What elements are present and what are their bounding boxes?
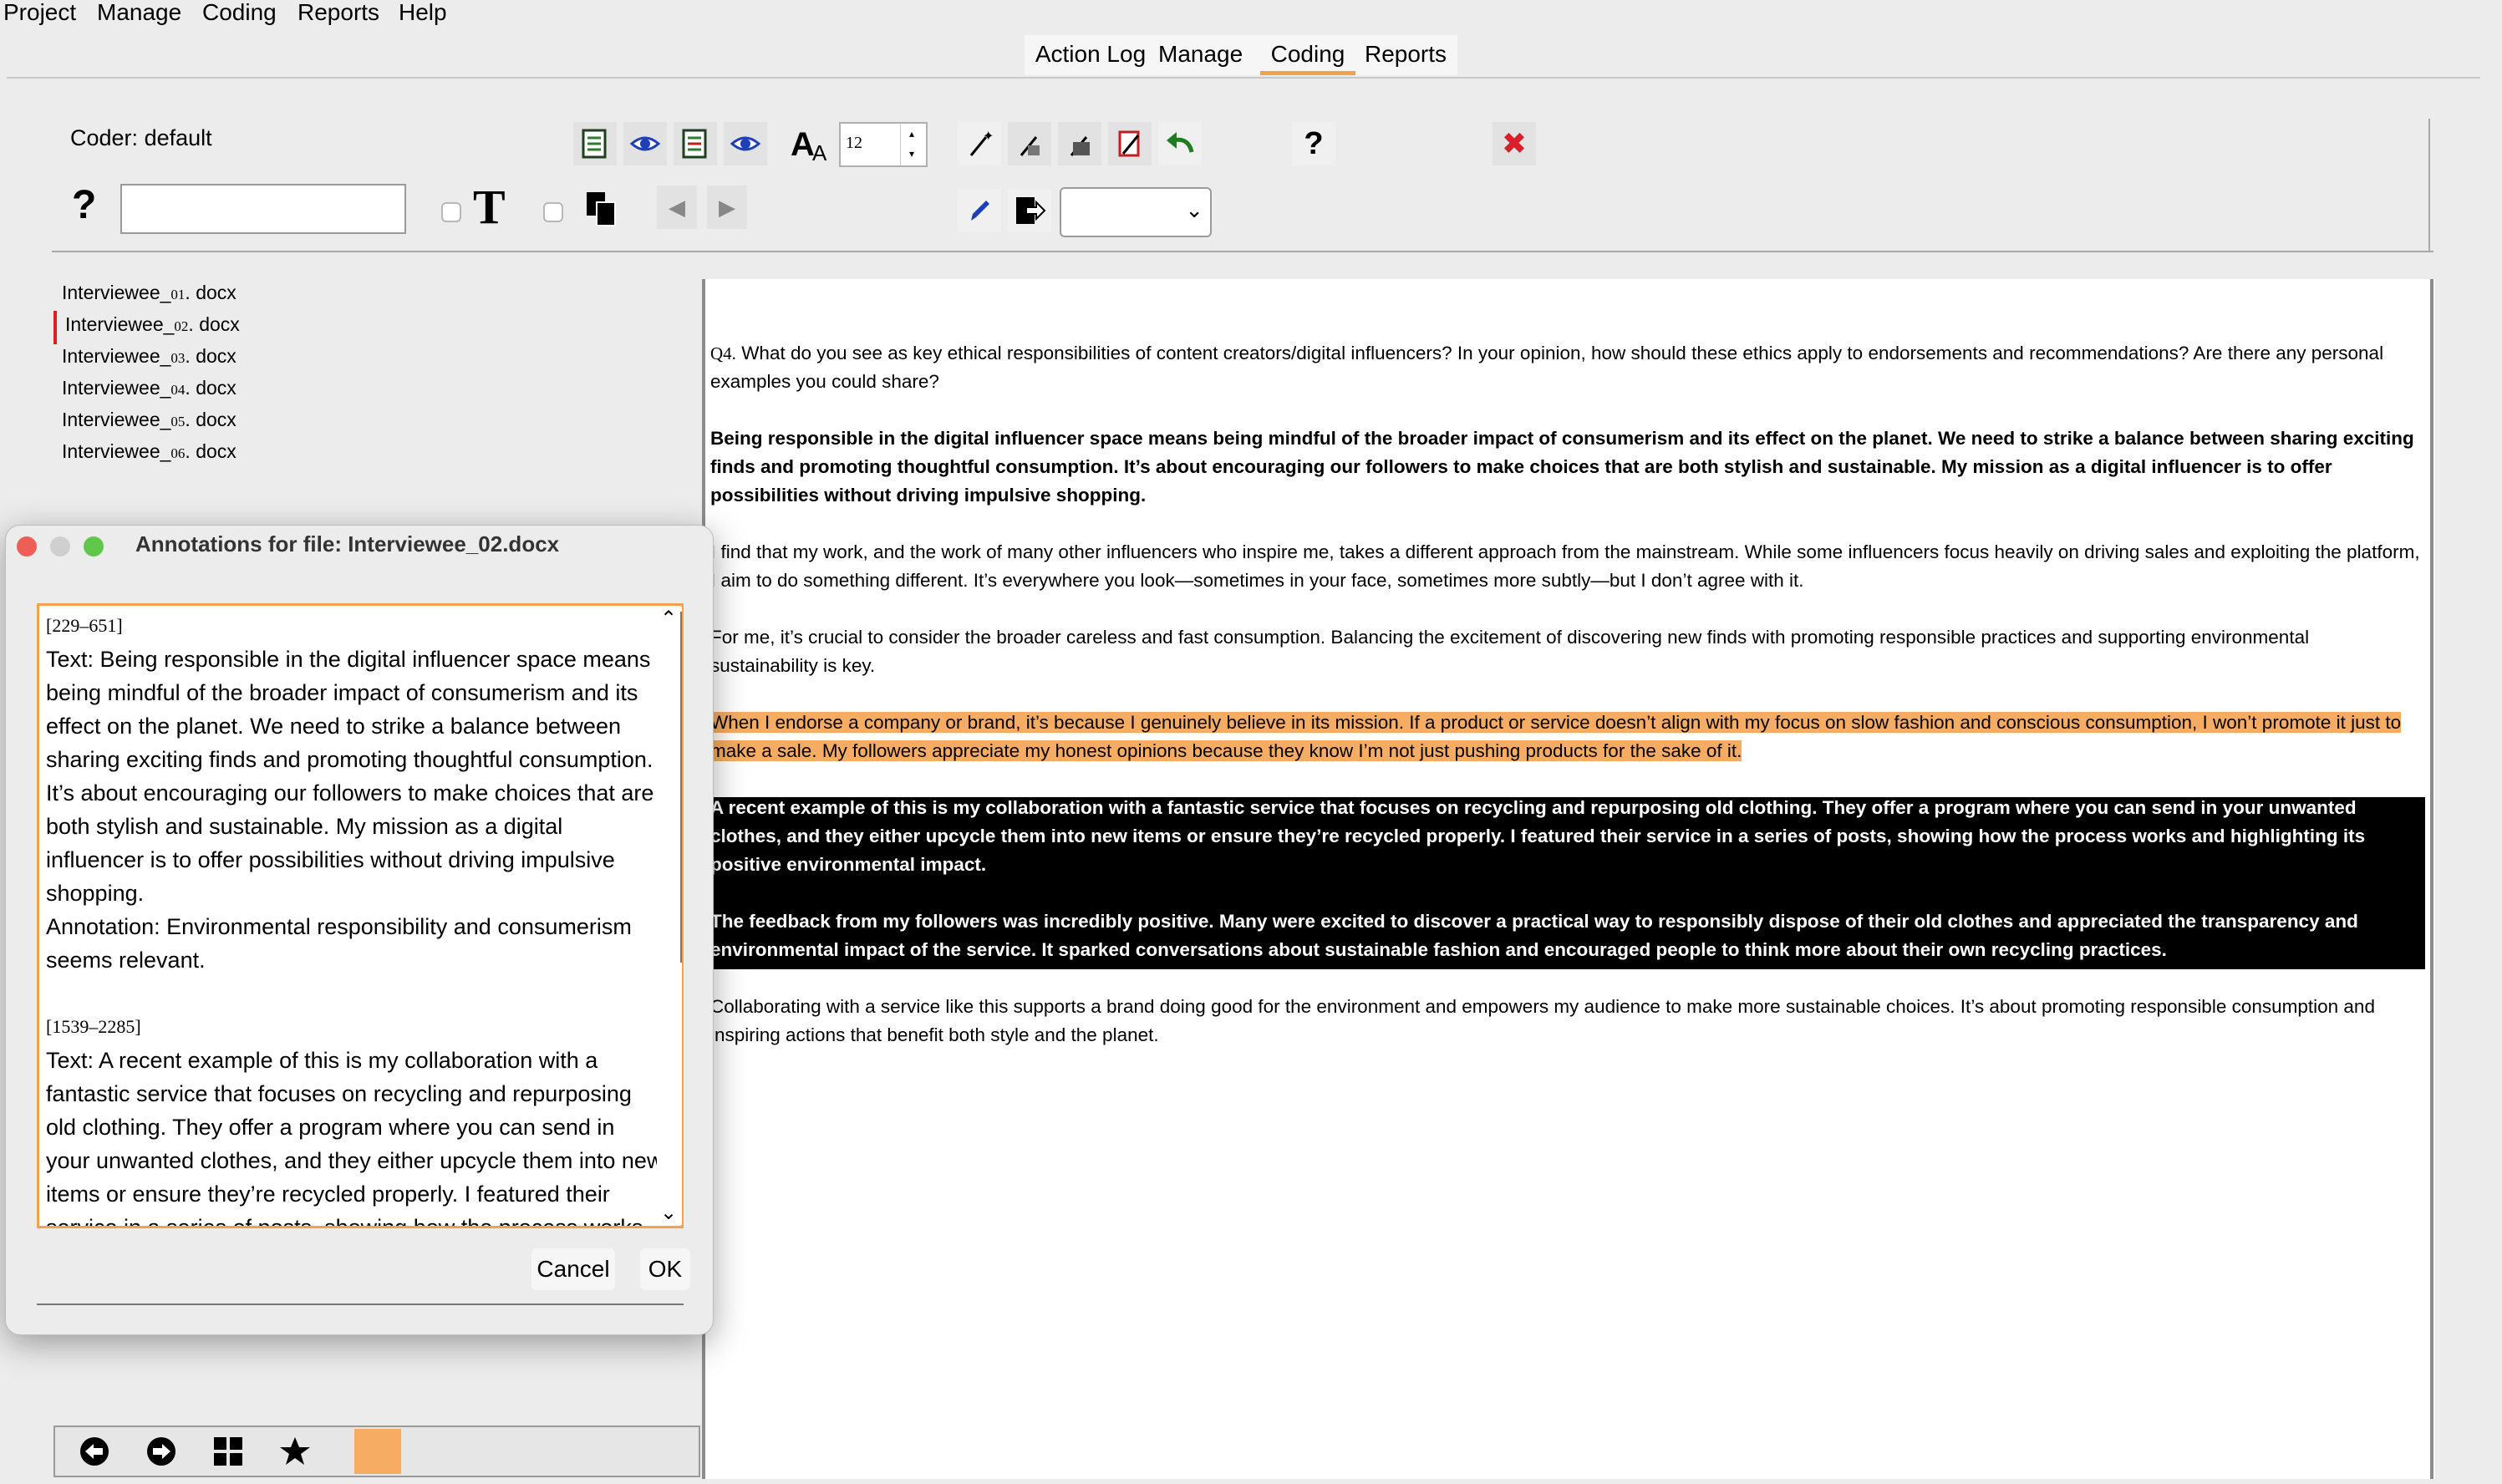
search-help-icon[interactable]: ? xyxy=(72,182,96,228)
dialog-title: Annotations for file: Interviewee_02.doc… xyxy=(135,531,560,556)
file-item[interactable]: Interviewee_03. docx xyxy=(62,344,236,370)
menu-bar: Project Manage Coding Reports Help xyxy=(0,0,2502,30)
previous-icon[interactable]: ◀ xyxy=(657,186,697,229)
toolbar-divider xyxy=(52,251,2433,252)
scroll-up-icon[interactable]: ⌃ xyxy=(660,607,677,631)
magic-wand-icon[interactable]: ✦ xyxy=(958,122,1001,165)
annotation-text-2: Text: A recent example of this is my col… xyxy=(46,1048,664,1228)
pencil-icon[interactable] xyxy=(958,189,1001,232)
cancel-button[interactable]: Cancel xyxy=(531,1248,615,1290)
tab-coding[interactable]: Coding xyxy=(1260,35,1355,75)
svg-text:✦: ✦ xyxy=(983,130,994,144)
file-item[interactable]: Interviewee_01. docx xyxy=(62,281,236,307)
auto-code-file-icon[interactable] xyxy=(1108,122,1152,165)
annotation-text-1: Text: Being responsible in the digital i… xyxy=(46,647,654,906)
menu-help[interactable]: Help xyxy=(399,0,447,25)
annotation-range-2: [1539–2285] xyxy=(46,1016,141,1037)
star-icon[interactable] xyxy=(279,1436,311,1467)
doc-paragraph-5-coded[interactable]: A recent example of this is my collabora… xyxy=(710,794,2420,879)
chevron-down-icon: ⌄ xyxy=(1185,197,1203,222)
toolbar-right-border xyxy=(2428,119,2430,252)
code-dropdown[interactable]: ⌄ xyxy=(1060,187,1212,237)
doc-paragraph-6-coded[interactable]: The feedback from my followers was incre… xyxy=(710,907,2420,964)
tab-manage[interactable]: Manage xyxy=(1158,35,1243,75)
ok-button[interactable]: OK xyxy=(640,1248,690,1290)
current-code-color-swatch[interactable] xyxy=(354,1429,401,1474)
tab-bar: Action Log Manage Coding Reports xyxy=(1025,35,1457,75)
font-size-stepper[interactable]: 12 ▴ ▾ xyxy=(839,122,928,167)
close-icon[interactable]: ✖ xyxy=(1493,122,1536,165)
highlight-span: When I endorse a company or brand, it’s … xyxy=(710,712,2402,761)
annotation-note-1: Annotation: Environmental responsibility… xyxy=(46,914,632,973)
file-item[interactable]: Interviewee_06. docx xyxy=(62,440,236,465)
coder-label: Coder: xyxy=(70,125,139,150)
menu-manage[interactable]: Manage xyxy=(97,0,181,25)
svg-text:A: A xyxy=(791,126,815,163)
scrollbar[interactable]: ⌃ ⌄ xyxy=(657,607,682,1225)
dialog-divider xyxy=(37,1304,684,1305)
question-paragraph[interactable]: Q4. What do you see as key ethical respo… xyxy=(710,339,2420,396)
text-search-icon: T xyxy=(473,180,506,234)
tab-action-log[interactable]: Action Log xyxy=(1033,35,1148,75)
close-window-button[interactable] xyxy=(17,536,37,556)
svg-text:A: A xyxy=(812,140,827,165)
minimize-window-button[interactable] xyxy=(50,536,70,556)
font-size-value: 12 xyxy=(846,134,862,152)
menu-project[interactable]: Project xyxy=(3,0,76,25)
tab-reports[interactable]: Reports xyxy=(1362,35,1449,75)
forward-arrow-icon[interactable] xyxy=(145,1436,177,1467)
grid-icon[interactable] xyxy=(212,1436,244,1467)
auto-code-icon[interactable] xyxy=(1008,122,1051,165)
menu-reports[interactable]: Reports xyxy=(297,0,379,25)
file-item[interactable]: Interviewee_05. docx xyxy=(62,408,236,434)
back-arrow-icon[interactable] xyxy=(79,1436,110,1467)
view-annotations-icon[interactable] xyxy=(623,122,667,165)
undo-icon[interactable] xyxy=(1158,122,1202,165)
annotate-icon[interactable] xyxy=(573,122,617,165)
doc-paragraph-2[interactable]: I find that my work, and the work of man… xyxy=(710,538,2420,595)
coder-value: default xyxy=(144,125,212,150)
next-icon[interactable]: ▶ xyxy=(707,186,747,229)
doc-paragraph-1[interactable]: Being responsible in the digital influen… xyxy=(710,424,2420,510)
file-item-selected[interactable]: Interviewee_02. docx xyxy=(65,313,240,338)
view-all-annotations-icon[interactable] xyxy=(724,122,767,165)
document-right-border xyxy=(2430,279,2433,1479)
zoom-window-button[interactable] xyxy=(84,536,104,556)
doc-paragraph-3[interactable]: For me, it’s crucial to consider the bro… xyxy=(710,623,2420,680)
font-icon[interactable]: AA xyxy=(789,122,831,165)
divider xyxy=(7,77,2480,79)
text-search-checkbox[interactable] xyxy=(441,202,461,222)
auto-code-all-icon[interactable] xyxy=(1058,122,1101,165)
annotation-range-1: [229–651] xyxy=(46,615,123,636)
scroll-down-icon[interactable]: ⌄ xyxy=(660,1201,677,1225)
copy-icon[interactable] xyxy=(582,189,622,229)
file-item[interactable]: Interviewee_04. docx xyxy=(62,376,236,402)
coder-label-group: Coder: default xyxy=(70,125,212,151)
help-icon[interactable]: ? xyxy=(1292,122,1335,165)
question-text: What do you see as key ethical responsib… xyxy=(710,343,2384,392)
export-icon[interactable] xyxy=(1008,189,1051,232)
stepper-arrows[interactable]: ▴ ▾ xyxy=(900,124,923,165)
scrollbar-thumb[interactable] xyxy=(680,612,682,963)
doc-paragraph-4-highlighted[interactable]: When I endorse a company or brand, it’s … xyxy=(710,709,2420,765)
copy-checkbox[interactable] xyxy=(543,202,563,222)
annotate-all-icon[interactable] xyxy=(674,122,717,165)
annotations-text-area[interactable]: [229–651] Text: Being responsible in the… xyxy=(37,603,684,1228)
question-label: Q4. xyxy=(710,343,736,363)
search-input[interactable] xyxy=(120,184,406,234)
selected-file-marker xyxy=(53,311,57,344)
doc-paragraph-7[interactable]: Collaborating with a service like this s… xyxy=(710,993,2420,1049)
menu-coding[interactable]: Coding xyxy=(202,0,277,25)
